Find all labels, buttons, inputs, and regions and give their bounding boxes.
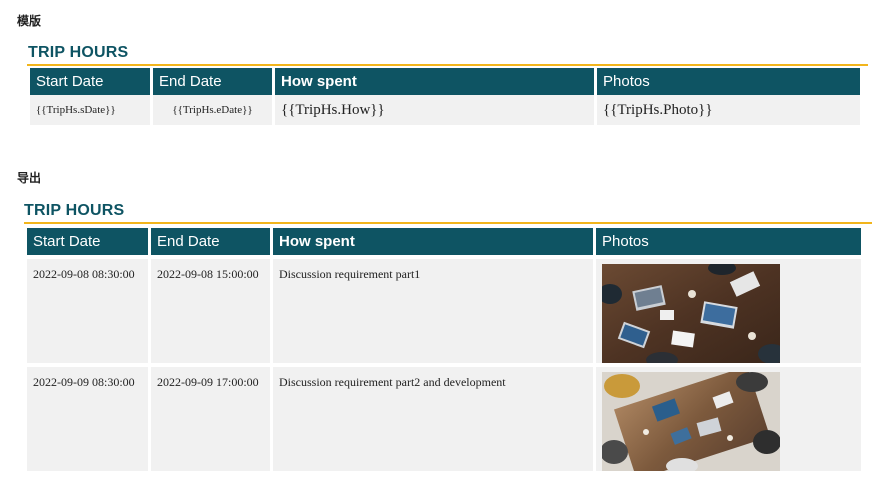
header-start-date: Start Date (30, 68, 150, 95)
template-title-rule (27, 64, 868, 66)
header-photos: Photos (597, 68, 860, 95)
header-end-date: End Date (153, 68, 272, 95)
header-how-spent: How spent (275, 68, 594, 95)
template-cell-how: {{TripHs.How}} (275, 95, 594, 125)
export-table: Start Date End Date How spent Photos 202… (24, 228, 864, 471)
template-header-row: Start Date End Date How spent Photos (30, 68, 860, 95)
template-cell-end: {{TripHs.eDate}} (153, 95, 272, 125)
cell-photo (596, 367, 861, 471)
table-row: 2022-09-08 08:30:00 2022-09-08 15:00:00 … (27, 259, 861, 363)
template-table: Start Date End Date How spent Photos {{T… (27, 68, 863, 125)
header-photos: Photos (596, 228, 861, 255)
template-title: TRIP HOURS (28, 44, 129, 61)
header-start-date: Start Date (27, 228, 148, 255)
template-cell-start: {{TripHs.sDate}} (30, 95, 150, 125)
export-header-row: Start Date End Date How spent Photos (27, 228, 861, 255)
table-row: 2022-09-09 08:30:00 2022-09-09 17:00:00 … (27, 367, 861, 471)
meeting-photo-2 (602, 372, 780, 471)
cell-photo (596, 259, 861, 363)
template-section-label: 模版 (17, 14, 42, 28)
template-row: {{TripHs.sDate}} {{TripHs.eDate}} {{Trip… (30, 95, 860, 125)
cell-end-date: 2022-09-09 17:00:00 (151, 367, 270, 471)
export-title-rule (24, 222, 872, 224)
cell-how-spent: Discussion requirement part2 and develop… (273, 367, 593, 471)
header-how-spent: How spent (273, 228, 593, 255)
meeting-photo-1 (602, 264, 780, 363)
cell-how-spent: Discussion requirement part1 (273, 259, 593, 363)
cell-start-date: 2022-09-09 08:30:00 (27, 367, 148, 471)
header-end-date: End Date (151, 228, 270, 255)
template-cell-photo: {{TripHs.Photo}} (597, 95, 860, 125)
cell-start-date: 2022-09-08 08:30:00 (27, 259, 148, 363)
export-title: TRIP HOURS (24, 202, 125, 219)
export-section-label: 导出 (17, 171, 42, 185)
cell-end-date: 2022-09-08 15:00:00 (151, 259, 270, 363)
